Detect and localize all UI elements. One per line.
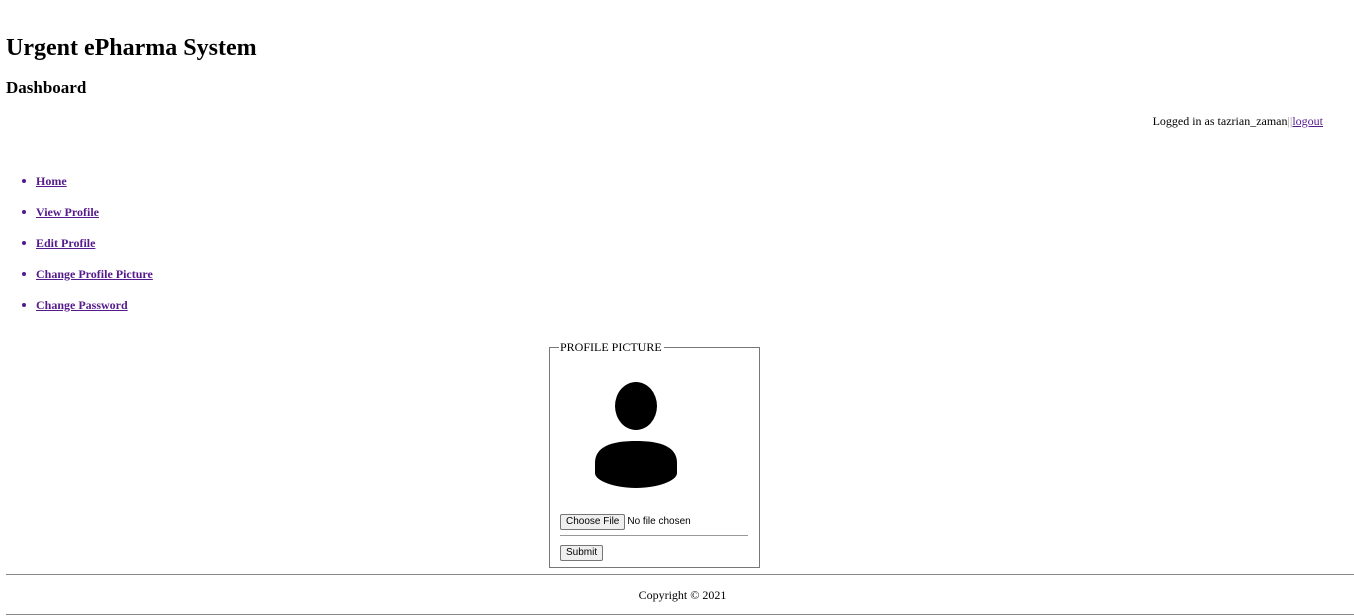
profile-picture-legend: PROFILE PICTURE xyxy=(559,339,664,355)
page: Urgent ePharma System Dashboard Logged i… xyxy=(0,0,1354,616)
submit-row: Submit xyxy=(560,544,604,562)
submit-button[interactable]: Submit xyxy=(560,545,604,562)
footer-divider-top xyxy=(6,574,1354,575)
nav-link-edit-profile[interactable]: Edit Profile xyxy=(36,236,95,250)
nav-link-change-password[interactable]: Change Password xyxy=(36,298,128,312)
form-divider xyxy=(560,535,748,536)
footer-divider-bottom xyxy=(6,614,1354,615)
choose-file-button[interactable]: Choose File xyxy=(560,514,626,530)
sidebar-nav: Home View Profile Edit Profile Change Pr… xyxy=(0,172,153,327)
nav-link-change-profile-picture[interactable]: Change Profile Picture xyxy=(36,267,153,281)
nav-link-view-profile[interactable]: View Profile xyxy=(36,205,99,219)
login-info: Logged in as tazrian_zaman||logout xyxy=(1153,113,1323,129)
file-status-text: No file chosen xyxy=(627,516,691,527)
logged-in-label: Logged in as tazrian_zaman xyxy=(1152,114,1288,128)
logout-link[interactable]: logout xyxy=(1292,114,1323,128)
user-silhouette-icon xyxy=(595,382,677,488)
footer-copyright: Copyright © 2021 xyxy=(638,588,727,602)
nav-item-view-profile: View Profile xyxy=(0,203,153,234)
nav-item-home: Home xyxy=(0,172,153,203)
page-title: Dashboard xyxy=(6,78,87,97)
nav-item-edit-profile: Edit Profile xyxy=(0,234,153,265)
file-input: Choose File No file chosen xyxy=(560,514,691,530)
profile-picture-fieldset: PROFILE PICTURE Choose File No file chose… xyxy=(549,339,760,568)
nav-item-change-password: Change Password xyxy=(0,296,153,327)
nav-item-change-profile-picture: Change Profile Picture xyxy=(0,265,153,296)
site-title: Urgent ePharma System xyxy=(6,35,257,61)
nav-link-home[interactable]: Home xyxy=(36,174,67,188)
